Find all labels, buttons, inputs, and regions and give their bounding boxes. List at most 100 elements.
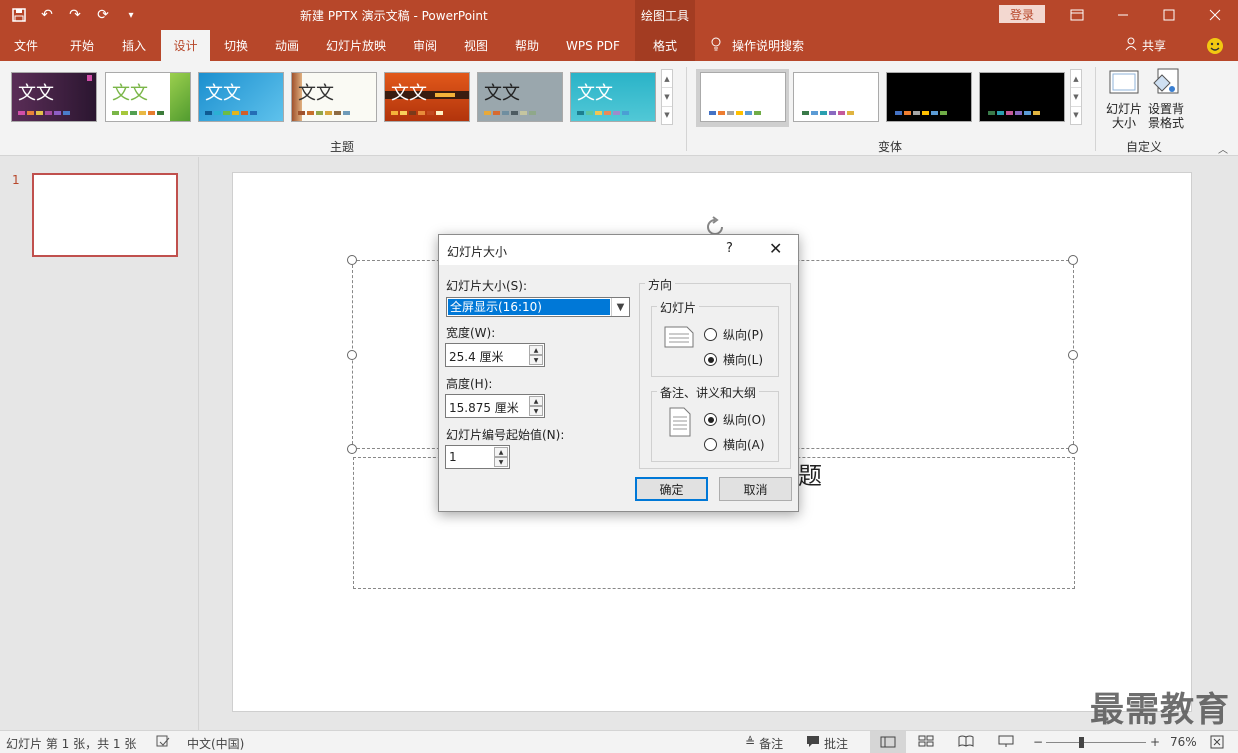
variant-thumbnail[interactable] (979, 72, 1065, 122)
zoom-out-button[interactable]: − (1033, 735, 1043, 749)
variant-thumbnail[interactable] (700, 72, 786, 122)
zoom-slider-thumb[interactable] (1079, 737, 1084, 748)
width-input[interactable]: 25.4 厘米 ▲ ▼ (445, 343, 545, 367)
notes-landscape-radio[interactable]: 横向(A) (704, 436, 765, 453)
title-bar: ↶ ↷ ⟳ ▾ 新建 PPTX 演示文稿 - PowerPoint 绘图工具 登… (0, 0, 1238, 30)
theme-thumbnail[interactable]: 文文 (384, 72, 470, 122)
tab-wps-pdf[interactable]: WPS PDF (566, 30, 620, 61)
status-bar: 幻灯片 第 1 张，共 1 张 中文(中国) ≜ 备注 批注 − + 76% (0, 730, 1238, 753)
tab-view[interactable]: 视图 (464, 30, 488, 61)
present-from-start-icon[interactable]: ⟳ (92, 5, 114, 25)
minimize-icon[interactable] (1100, 0, 1146, 30)
slide-thumbnail[interactable] (32, 173, 178, 257)
comments-button[interactable]: 批注 (806, 735, 848, 752)
spin-up-icon[interactable]: ▲ (494, 447, 508, 457)
zoom-in-button[interactable]: + (1150, 735, 1160, 749)
tab-file[interactable]: 文件 (14, 30, 38, 61)
share-label: 共享 (1142, 39, 1167, 53)
tab-design[interactable]: 设计 (161, 30, 210, 61)
ok-button[interactable]: 确定 (635, 477, 708, 501)
slide-size-button[interactable]: 幻灯片大小 (1100, 67, 1148, 130)
height-input[interactable]: 15.875 厘米 ▲ ▼ (445, 394, 545, 418)
spell-check-icon[interactable] (156, 734, 170, 751)
notes-portrait-radio[interactable]: 纵向(O) (704, 411, 766, 428)
chevron-down-icon[interactable]: ▼ (611, 298, 629, 316)
spin-up-icon[interactable]: ▲ (529, 396, 543, 406)
chevron-down-icon[interactable]: ▼ (1071, 88, 1081, 107)
collapse-ribbon-icon[interactable]: ︿ (1218, 141, 1228, 156)
resize-handle[interactable] (1068, 444, 1078, 454)
variant-thumbnail[interactable] (793, 72, 879, 122)
theme-thumbnail[interactable]: 文文 (105, 72, 191, 122)
spin-up-icon[interactable]: ▲ (529, 345, 543, 355)
tab-review[interactable]: 审阅 (413, 30, 437, 61)
spin-down-icon[interactable]: ▼ (494, 457, 508, 467)
save-icon[interactable] (8, 5, 30, 25)
tab-slideshow[interactable]: 幻灯片放映 (326, 30, 386, 61)
start-number-input[interactable]: 1 ▲ ▼ (445, 445, 510, 469)
resize-handle[interactable] (347, 444, 357, 454)
close-window-icon[interactable] (1192, 0, 1238, 30)
gallery-more-icon[interactable]: ▼ (1071, 107, 1081, 124)
tab-home[interactable]: 开始 (70, 30, 94, 61)
tab-help[interactable]: 帮助 (515, 30, 539, 61)
slides-landscape-radio[interactable]: 横向(L) (704, 351, 763, 368)
themes-gallery-scroll[interactable]: ▲ ▼ ▼ (661, 69, 673, 125)
help-button[interactable]: ? (726, 241, 733, 256)
resize-handle[interactable] (347, 255, 357, 265)
reading-view-icon[interactable] (958, 735, 974, 750)
zoom-slider[interactable] (1046, 742, 1146, 743)
slide-size-dialog: 幻灯片大小 ? ✕ 幻灯片大小(S): 全屏显示(16:10) ▼ 宽度(W):… (438, 234, 799, 512)
smiley-icon[interactable] (1206, 30, 1224, 61)
orientation-label: 方向 (645, 276, 676, 293)
zoom-level[interactable]: 76% (1170, 735, 1197, 749)
maximize-icon[interactable] (1146, 0, 1192, 30)
spin-down-icon[interactable]: ▼ (529, 406, 543, 416)
redo-icon[interactable]: ↷ (64, 5, 86, 25)
dialog-title: 幻灯片大小 (447, 245, 508, 259)
share-button[interactable]: 共享 (1125, 30, 1166, 61)
slide-size-select[interactable]: 全屏显示(16:10) ▼ (446, 297, 630, 317)
slides-portrait-radio[interactable]: 纵向(P) (704, 326, 764, 343)
undo-icon[interactable]: ↶ (36, 5, 58, 25)
variants-gallery-scroll[interactable]: ▲ ▼ ▼ (1070, 69, 1082, 125)
window-title: 新建 PPTX 演示文稿 - PowerPoint (300, 9, 488, 23)
spin-down-icon[interactable]: ▼ (529, 355, 543, 365)
slide-sorter-icon[interactable] (918, 735, 934, 750)
resize-handle[interactable] (1068, 255, 1078, 265)
theme-thumbnail[interactable]: 文文 (11, 72, 97, 122)
dialog-title-bar: 幻灯片大小 ? ✕ (439, 235, 798, 265)
chevron-down-icon[interactable]: ▼ (662, 88, 672, 107)
gallery-more-icon[interactable]: ▼ (662, 107, 672, 124)
resize-handle[interactable] (1068, 350, 1078, 360)
width-label: 宽度(W): (446, 326, 496, 340)
resize-handle[interactable] (347, 350, 357, 360)
notes-group-label: 备注、讲义和大纲 (657, 384, 760, 401)
slideshow-icon[interactable] (998, 735, 1014, 750)
theme-thumbnail[interactable]: 文文 (570, 72, 656, 122)
format-background-button[interactable]: 设置背景格式 (1142, 67, 1190, 130)
tab-insert[interactable]: 插入 (122, 30, 146, 61)
tab-format[interactable]: 格式 (635, 30, 695, 61)
normal-view-icon[interactable] (870, 731, 906, 753)
tab-animations[interactable]: 动画 (275, 30, 299, 61)
fit-to-window-icon[interactable] (1210, 735, 1224, 752)
slide-size-icon (1108, 67, 1140, 99)
chevron-up-icon[interactable]: ▲ (662, 70, 672, 89)
theme-thumbnail[interactable]: 文文 (198, 72, 284, 122)
comment-icon (806, 735, 820, 752)
tell-me-search[interactable]: 操作说明搜索 (710, 30, 804, 61)
ribbon-display-options-icon[interactable] (1054, 0, 1100, 30)
variant-thumbnail[interactable] (886, 72, 972, 122)
chevron-up-icon[interactable]: ▲ (1071, 70, 1081, 89)
customize-qat-icon[interactable]: ▾ (120, 5, 142, 25)
notes-button[interactable]: ≜ 备注 (745, 735, 783, 752)
theme-thumbnail[interactable]: 文文 (291, 72, 377, 122)
language-indicator[interactable]: 中文(中国) (187, 735, 244, 752)
login-button[interactable]: 登录 (999, 5, 1045, 23)
cancel-button[interactable]: 取消 (719, 477, 792, 501)
tab-transitions[interactable]: 切换 (224, 30, 248, 61)
start-number-label: 幻灯片编号起始值(N): (446, 428, 565, 442)
theme-thumbnail[interactable]: 文文 (477, 72, 563, 122)
close-icon[interactable]: ✕ (769, 239, 782, 258)
